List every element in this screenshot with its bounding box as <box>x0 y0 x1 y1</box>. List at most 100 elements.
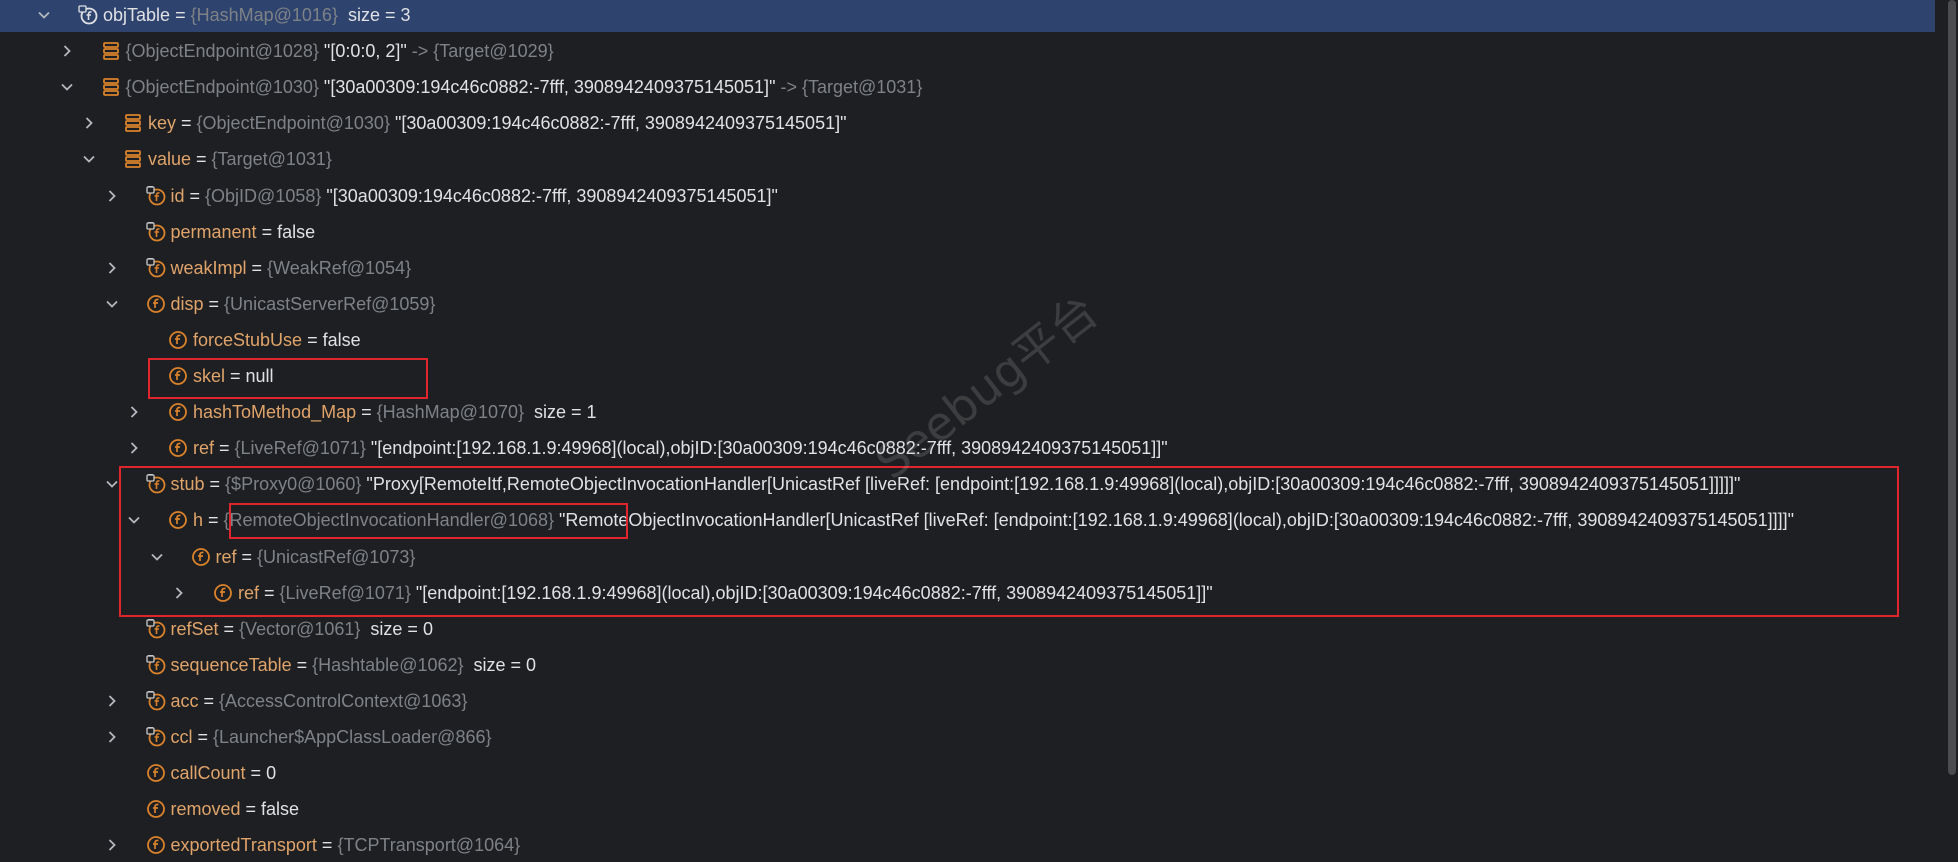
variable-value: size = 0 <box>463 654 537 675</box>
assign-operator: = <box>203 510 224 531</box>
assign-operator: = <box>184 185 206 206</box>
chevron-right-icon[interactable] <box>169 576 189 610</box>
tree-row-objTable[interactable]: objTable = {HashMap@1016} size = 3 <box>0 0 1935 32</box>
tree-row-ref[interactable]: ref = {LiveRef@1071} "[endpoint:[192.168… <box>0 431 1935 465</box>
tree-row-text: h = {RemoteObjectInvocationHandler@1068}… <box>193 503 1794 537</box>
chevron-right-icon[interactable] <box>124 395 144 429</box>
variable-value: "[endpoint:[192.168.1.9:49968](local),ob… <box>365 438 1168 459</box>
tree-row-text: skel = null <box>193 359 274 393</box>
object-reference: {RemoteObjectInvocationHandler@1068} <box>223 510 555 531</box>
assign-operator: = <box>291 654 313 675</box>
tree-row-ref[interactable]: ref = {UnicastRef@1073} <box>0 540 1935 574</box>
assign-operator: = <box>236 546 258 567</box>
tree-row-text: permanent = false <box>171 215 316 249</box>
variable-value: false <box>322 329 361 350</box>
chevron-right-icon[interactable] <box>79 106 99 140</box>
tree-row-skel[interactable]: skel = null <box>0 359 1935 393</box>
watch-icon <box>78 5 98 25</box>
object-reference: {TCPTransport@1064} <box>337 835 521 856</box>
field-icon <box>168 402 188 422</box>
chevron-down-icon[interactable] <box>102 287 122 321</box>
private-field-icon <box>145 221 166 242</box>
assign-operator: = <box>356 402 377 423</box>
field-icon <box>146 835 166 855</box>
tree-row-hashToMethod_Map[interactable]: hashToMethod_Map = {HashMap@1070} size =… <box>0 395 1935 429</box>
assign-operator: = <box>256 221 278 242</box>
variable-name: value <box>148 149 192 170</box>
variable-value: "[endpoint:[192.168.1.9:49968](local),ob… <box>410 582 1213 603</box>
variable-name: weakImpl <box>170 257 247 278</box>
tree-row-disp[interactable]: disp = {UnicastServerRef@1059} <box>0 287 1935 321</box>
chevron-right-icon[interactable] <box>102 828 122 862</box>
tree-row-sequenceTable[interactable]: sequenceTable = {Hashtable@1062} size = … <box>0 648 1935 682</box>
tree-row-text: ref = {LiveRef@1071} "[endpoint:[192.168… <box>193 431 1168 465</box>
tree-row-removed[interactable]: removed = false <box>0 792 1935 826</box>
chevron-right-icon[interactable] <box>102 684 122 718</box>
chevron-down-icon[interactable] <box>57 70 77 104</box>
tree-row-key[interactable]: key = {ObjectEndpoint@1030} "[30a00309:1… <box>0 106 1935 140</box>
private-field-icon <box>145 618 166 639</box>
tree-row-ref[interactable]: ref = {LiveRef@1071} "[endpoint:[192.168… <box>0 576 1935 610</box>
chevron-right-icon[interactable] <box>57 34 77 68</box>
assign-operator: = <box>240 799 262 820</box>
variable-name: key <box>148 113 177 134</box>
field-icon <box>191 547 211 567</box>
private-field-icon <box>145 474 166 494</box>
object-reference: {WeakRef@1054} <box>267 257 412 278</box>
tree-row-callCount[interactable]: callCount = 0 <box>0 756 1935 790</box>
field-icon <box>146 294 166 314</box>
tree-row-exportedTransport[interactable]: exportedTransport = {TCPTransport@1064} <box>0 828 1935 862</box>
object-reference: {Vector@1061} <box>239 618 361 639</box>
tree-row-value[interactable]: value = {Target@1031} <box>0 142 1935 176</box>
array-icon <box>123 113 143 133</box>
variable-value: size = 0 <box>360 618 433 639</box>
chevron-right-icon[interactable] <box>124 431 144 465</box>
tree-row-weakImpl[interactable]: weakImpl = {WeakRef@1054} <box>0 251 1935 285</box>
tree-row-entry-2[interactable]: {ObjectEndpoint@1030} "[30a00309:194c46c… <box>0 70 1935 104</box>
private-field-icon <box>145 727 166 747</box>
assign-operator: = <box>259 582 280 603</box>
object-reference: {UnicastRef@1073} <box>257 546 416 567</box>
chevron-down-icon[interactable] <box>102 467 122 501</box>
object-reference: {ObjID@1058} <box>205 185 322 206</box>
assign-operator: = <box>191 149 212 170</box>
tree-row-ccl[interactable]: ccl = {Launcher$AppClassLoader@866} <box>0 720 1935 754</box>
tree-row-entry-1[interactable]: {ObjectEndpoint@1028} "[0:0:0, 2]" -> {T… <box>0 34 1935 68</box>
tree-row-text: {ObjectEndpoint@1028} "[0:0:0, 2]" -> {T… <box>126 34 554 68</box>
chevron-right-icon[interactable] <box>102 251 122 285</box>
variable-name: h <box>193 510 204 531</box>
tree-row-forceStubUse[interactable]: forceStubUse = false <box>0 323 1935 357</box>
tree-row-text: ref = {UnicastRef@1073} <box>216 540 416 574</box>
variable-name: acc <box>170 690 199 711</box>
tree-row-permanent[interactable]: permanent = false <box>0 215 1935 249</box>
tree-row-text: removed = false <box>171 792 300 826</box>
chevron-down-icon[interactable] <box>147 540 167 574</box>
chevron-down-icon[interactable] <box>34 0 54 32</box>
tree-row-refSet[interactable]: refSet = {Vector@1061} size = 0 <box>0 612 1935 646</box>
variable-name: ref <box>238 582 260 603</box>
variable-name: removed <box>170 799 241 820</box>
object-reference: {AccessControlContext@1063} <box>219 690 468 711</box>
scrollbar-thumb[interactable] <box>1948 0 1956 775</box>
vertical-scrollbar[interactable] <box>1946 0 1958 860</box>
object-reference: {HashMap@1016} <box>190 5 338 25</box>
variable-value: "[30a00309:194c46c0882:-7fff, 3908942409… <box>318 77 776 98</box>
tree-row-stub[interactable]: stub = {$Proxy0@1060} "Proxy[RemoteItf,R… <box>0 467 1935 501</box>
tree-row-h[interactable]: h = {RemoteObjectInvocationHandler@1068}… <box>0 503 1935 537</box>
tree-row-id[interactable]: id = {ObjID@1058} "[30a00309:194c46c0882… <box>0 179 1935 213</box>
variable-name: ref <box>215 546 237 567</box>
variable-name: forceStubUse <box>193 329 303 350</box>
variable-value: 0 <box>266 763 277 784</box>
chevron-right-icon[interactable] <box>102 179 122 213</box>
variable-name: permanent <box>170 221 257 242</box>
assign-operator: = <box>176 113 197 134</box>
array-icon <box>123 149 143 169</box>
tree-row-text: key = {ObjectEndpoint@1030} "[30a00309:1… <box>148 106 846 140</box>
chevron-down-icon[interactable] <box>79 142 99 176</box>
chevron-down-icon[interactable] <box>124 503 144 537</box>
tree-row-acc[interactable]: acc = {AccessControlContext@1063} <box>0 684 1935 718</box>
chevron-right-icon[interactable] <box>102 720 122 754</box>
tree-row-text: stub = {$Proxy0@1060} "Proxy[RemoteItf,R… <box>171 467 1741 501</box>
variable-name: stub <box>170 474 205 495</box>
assign-operator: = <box>192 727 214 747</box>
